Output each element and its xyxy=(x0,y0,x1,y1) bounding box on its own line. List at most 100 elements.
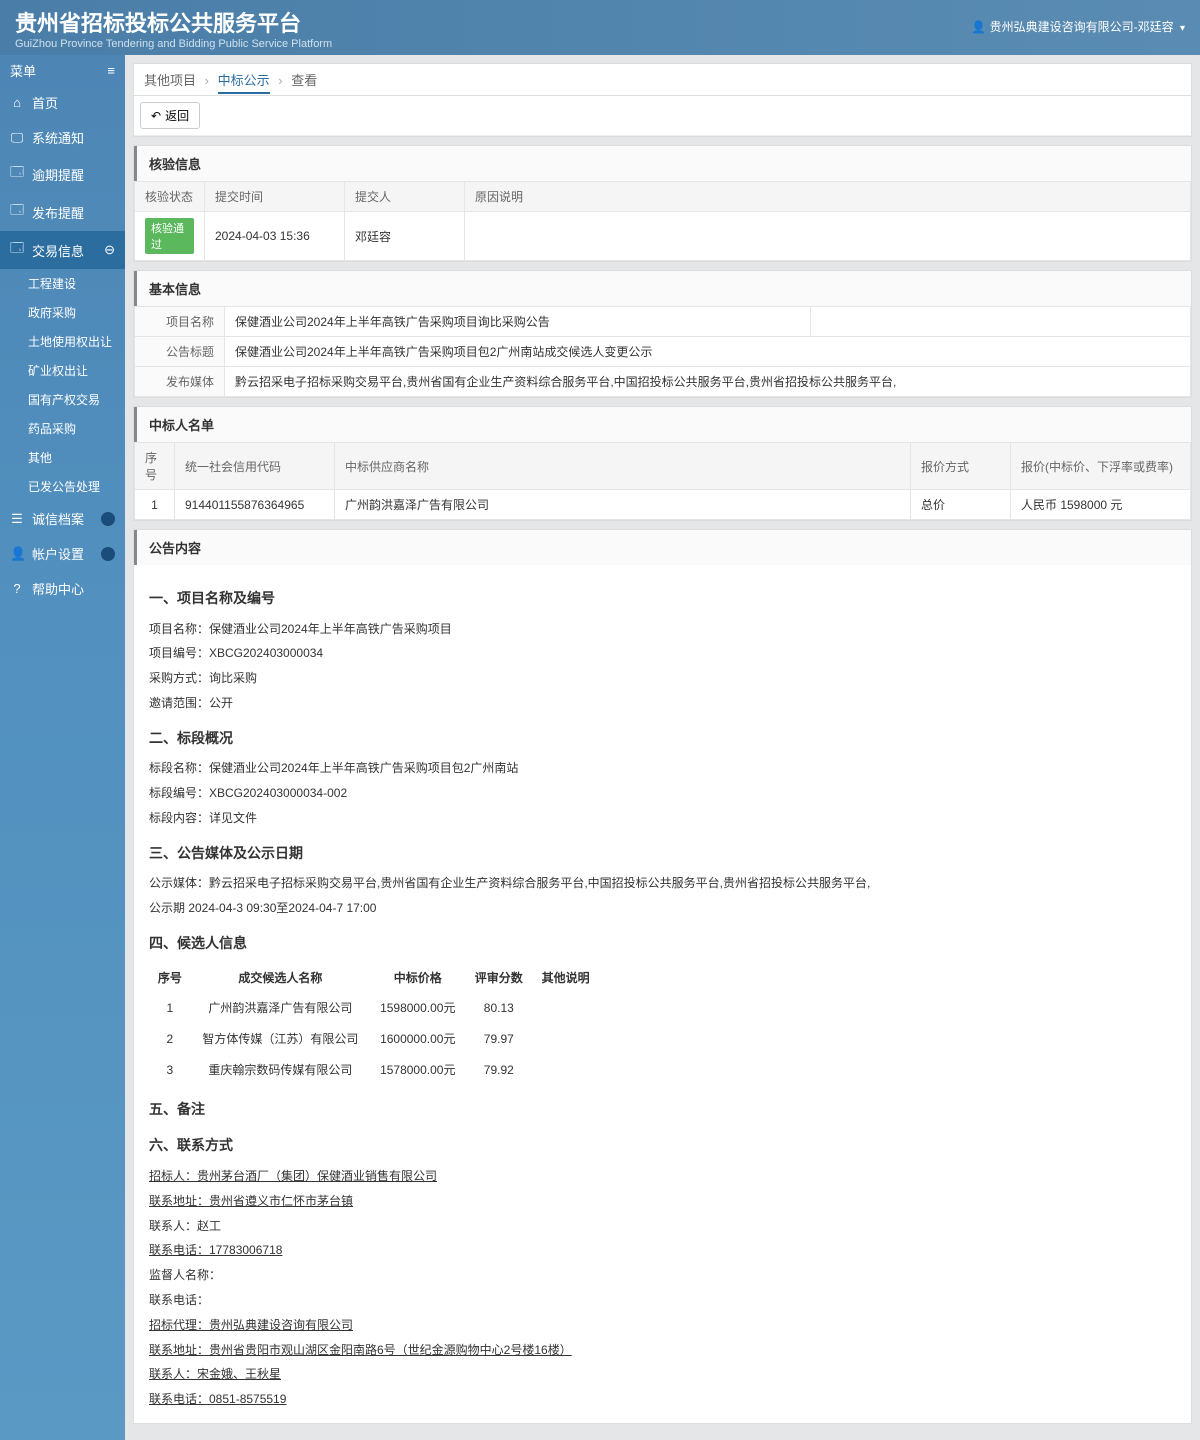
cand-th: 序号 xyxy=(149,963,191,994)
cell: 1578000.00元 xyxy=(370,1055,465,1086)
sidebar-item-6[interactable]: 👤 帐户设置 xyxy=(0,536,125,571)
sidebar-item-7[interactable]: ?帮助中心 xyxy=(0,571,125,606)
s1-title: 一、项目名称及编号 xyxy=(149,585,1176,612)
sidebar-icon: 👤 xyxy=(10,546,24,562)
sidebar-label: 系统通知 xyxy=(32,128,84,147)
cand-th: 中标价格 xyxy=(370,963,465,994)
sidebar: 菜单 ≡ ⌂首页🖵系统通知🗔逾期提醒🗔发布提醒🗔交易信息⊖工程建设政府采购土地使… xyxy=(0,55,125,1440)
th-person: 提交人 xyxy=(345,182,465,212)
cell: 广州韵洪嘉泽广告有限公司 xyxy=(335,490,911,520)
sidebar-label: 逾期提醒 xyxy=(32,165,84,184)
main-content: 其他项目 › 中标公示 › 查看 ↶ 返回 核验信息 核验状态 提交时间 提交人 xyxy=(125,55,1200,1440)
s4-title: 四、候选人信息 xyxy=(149,930,1176,957)
cell: 3 xyxy=(149,1055,191,1086)
user-icon: 👤 xyxy=(971,20,986,34)
basic-table: 项目名称保健酒业公司2024年上半年高铁广告采购项目询比采购公告公告标题保健酒业… xyxy=(134,306,1191,397)
verify-title: 核验信息 xyxy=(134,146,1191,181)
notice-line: 采购方式：询比采购 xyxy=(149,667,1176,690)
sidebar-label: 帮助中心 xyxy=(32,579,84,598)
th-status: 核验状态 xyxy=(135,182,205,212)
back-button[interactable]: ↶ 返回 xyxy=(140,102,200,129)
sidebar-subitem-6[interactable]: 其他 xyxy=(0,443,125,472)
cand-th: 评审分数 xyxy=(465,963,532,994)
sidebar-icon: 🗔 xyxy=(10,239,24,261)
cell: 1598000.00元 xyxy=(370,993,465,1024)
contact-line: 联系电话：0851-8575519 xyxy=(149,1388,1176,1411)
cand-th: 其他说明 xyxy=(532,963,599,994)
th-reason: 原因说明 xyxy=(465,182,1191,212)
table-row: 2智方体传媒（江苏）有限公司1600000.00元79.97 xyxy=(149,1024,599,1055)
table-row: 1广州韵洪嘉泽广告有限公司1598000.00元80.13 xyxy=(149,993,599,1024)
cell: 79.92 xyxy=(465,1055,532,1086)
winners-th: 序号 xyxy=(135,443,175,490)
contact-line: 联系电话： xyxy=(149,1289,1176,1312)
winners-th: 统一社会信用代码 xyxy=(175,443,335,490)
notice-line: 标段名称：保健酒业公司2024年上半年高铁广告采购项目包2广州南站 xyxy=(149,757,1176,780)
sidebar-subitem-7[interactable]: 已发公告处理 xyxy=(0,472,125,501)
cell: 80.13 xyxy=(465,993,532,1024)
sidebar-subitem-3[interactable]: 矿业权出让 xyxy=(0,356,125,385)
winners-th: 报价方式 xyxy=(911,443,1011,490)
kv-val: 保健酒业公司2024年上半年高铁广告采购项目包2广州南站成交候选人变更公示 xyxy=(225,337,1191,367)
contact-line: 联系人：宋金娥、王秋星 xyxy=(149,1363,1176,1386)
status-badge: 核验通过 xyxy=(145,218,194,254)
contact-line: 监督人名称： xyxy=(149,1264,1176,1287)
kv-val: 黔云招采电子招标采购交易平台,贵州省国有企业生产资料综合服务平台,中国招投标公共… xyxy=(225,367,1191,397)
kv-key: 发布媒体 xyxy=(135,367,225,397)
cell: 人民币 1598000 元 xyxy=(1011,490,1191,520)
sidebar-icon: 🗔 xyxy=(10,163,24,185)
cell: 重庆翰宗数码传媒有限公司 xyxy=(191,1055,370,1086)
sidebar-label: 首页 xyxy=(32,93,58,112)
user-name: 贵州弘典建设咨询有限公司-邓廷容 xyxy=(990,20,1174,34)
sidebar-subitem-2[interactable]: 土地使用权出让 xyxy=(0,327,125,356)
candidate-table: 序号成交候选人名称中标价格评审分数其他说明 1广州韵洪嘉泽广告有限公司15980… xyxy=(149,963,599,1086)
app-title: 贵州省招标投标公共服务平台 xyxy=(15,6,332,38)
back-label: 返回 xyxy=(165,107,189,124)
notice-line: 标段内容：详见文件 xyxy=(149,807,1176,830)
sidebar-label: 帐户设置 xyxy=(32,544,84,563)
crumb-1[interactable]: 其他项目 xyxy=(144,73,196,88)
s5-title: 五、备注 xyxy=(149,1096,1176,1123)
user-menu[interactable]: 👤 贵州弘典建设咨询有限公司-邓廷容 xyxy=(971,18,1185,35)
winners-table: 序号统一社会信用代码中标供应商名称报价方式报价(中标价、下浮率或费率) 1914… xyxy=(134,442,1191,520)
sidebar-subitem-4[interactable]: 国有产权交易 xyxy=(0,385,125,414)
sidebar-subitem-0[interactable]: 工程建设 xyxy=(0,269,125,298)
crumb-3: 查看 xyxy=(291,73,317,88)
notice-line: 项目编号：XBCG202403000034 xyxy=(149,642,1176,665)
sidebar-item-1[interactable]: 🖵系统通知 xyxy=(0,120,125,155)
verify-row: 核验通过 2024-04-03 15:36 邓廷容 xyxy=(135,212,1191,261)
cell xyxy=(532,1024,599,1055)
kv-key: 公告标题 xyxy=(135,337,225,367)
notice-body: 一、项目名称及编号 项目名称：保健酒业公司2024年上半年高铁广告采购项目项目编… xyxy=(134,565,1191,1423)
cell xyxy=(532,1055,599,1086)
app-subtitle: GuiZhou Province Tendering and Bidding P… xyxy=(15,38,332,50)
notice-line: 公示媒体：黔云招采电子招标采购交易平台,贵州省国有企业生产资料综合服务平台,中国… xyxy=(149,872,1176,895)
sidebar-item-0[interactable]: ⌂首页 xyxy=(0,85,125,120)
notice-line: 项目名称：保健酒业公司2024年上半年高铁广告采购项目 xyxy=(149,618,1176,641)
sidebar-item-5[interactable]: ☰诚信档案 xyxy=(0,501,125,536)
s6-title: 六、联系方式 xyxy=(149,1132,1176,1159)
sidebar-subitem-1[interactable]: 政府采购 xyxy=(0,298,125,327)
notice-title: 公告内容 xyxy=(134,530,1191,565)
crumb-2[interactable]: 中标公示 xyxy=(218,73,270,94)
contact-line: 招标人：贵州茅台酒厂（集团）保健酒业销售有限公司 xyxy=(149,1165,1176,1188)
sidebar-item-3[interactable]: 🗔发布提醒 xyxy=(0,193,125,231)
sidebar-item-4[interactable]: 🗔交易信息⊖ xyxy=(0,231,125,269)
s2-title: 二、标段概况 xyxy=(149,725,1176,752)
kv-val: 保健酒业公司2024年上半年高铁广告采购项目询比采购公告 xyxy=(225,307,811,337)
menu-collapse-icon[interactable]: ≡ xyxy=(107,63,115,78)
cell: 1600000.00元 xyxy=(370,1024,465,1055)
s3-title: 三、公告媒体及公示日期 xyxy=(149,840,1176,867)
table-row: 3重庆翰宗数码传媒有限公司1578000.00元79.92 xyxy=(149,1055,599,1086)
contact-line: 联系地址：贵州省贵阳市观山湖区金阳南路6号（世纪金源购物中心2号楼16楼） xyxy=(149,1339,1176,1362)
menu-label: 菜单 xyxy=(10,61,36,80)
contact-line: 联系地址：贵州省遵义市仁怀市茅台镇 xyxy=(149,1190,1176,1213)
notice-line: 邀请范围：公开 xyxy=(149,692,1176,715)
basic-title: 基本信息 xyxy=(134,271,1191,306)
sidebar-label: 交易信息 xyxy=(32,241,84,260)
notice-line: 标段编号：XBCG202403000034-002 xyxy=(149,782,1176,805)
sidebar-item-2[interactable]: 🗔 逾期提醒 xyxy=(0,155,125,193)
sidebar-subitem-5[interactable]: 药品采购 xyxy=(0,414,125,443)
contact-line: 招标代理：贵州弘典建设咨询有限公司 xyxy=(149,1314,1176,1337)
breadcrumb: 其他项目 › 中标公示 › 查看 xyxy=(133,63,1192,95)
